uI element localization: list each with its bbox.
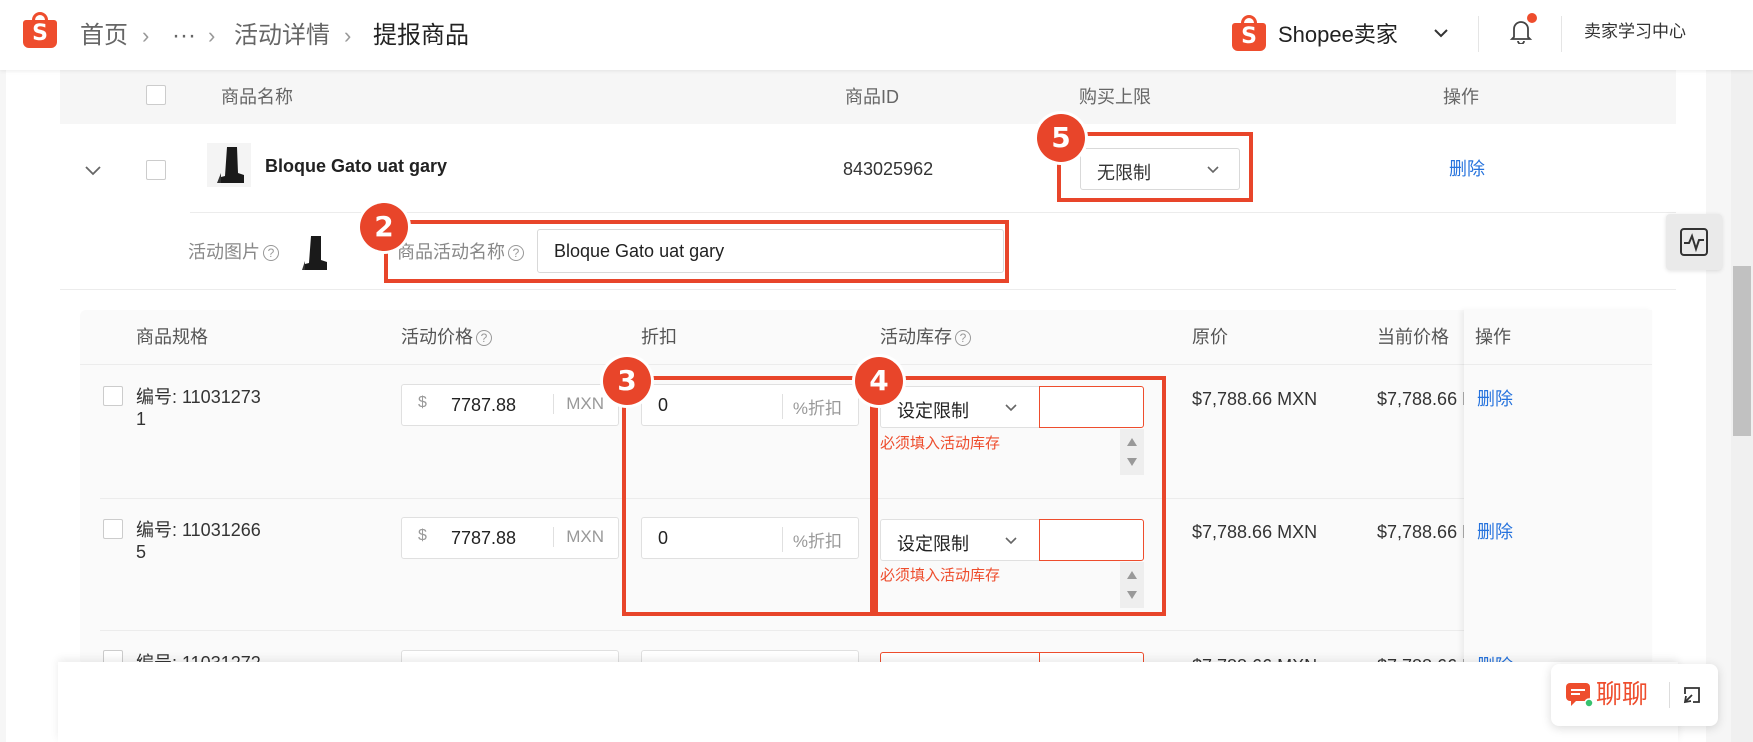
- delete-variation-link[interactable]: 删除: [1477, 518, 1513, 546]
- shopee-seller-logo-icon: S: [1232, 15, 1266, 51]
- chat-bubble-icon: [1566, 683, 1593, 708]
- chevron-right-icon: ›: [344, 23, 352, 48]
- minimize-icon[interactable]: [1682, 685, 1702, 705]
- variation-spec: 编号: 11031266 5: [136, 520, 261, 562]
- breadcrumb-current: 提报商品: [373, 22, 469, 49]
- annotation-badge-5: 5: [1037, 114, 1085, 162]
- chat-label: 聊聊: [1596, 679, 1649, 709]
- variation-checkbox[interactable]: [103, 386, 123, 406]
- original-price: $7,788.66 MXN: [1192, 522, 1318, 542]
- shopee-logo-icon[interactable]: S: [23, 12, 57, 48]
- column-header-discount: 折扣: [641, 327, 677, 347]
- annotation-badge-3: 3: [603, 357, 651, 405]
- bottom-action-bar: [58, 662, 1678, 742]
- annotation-box-discount: [622, 376, 874, 616]
- pulse-monitor-icon: [1680, 228, 1708, 256]
- breadcrumb-more[interactable]: ···: [172, 18, 196, 54]
- annotation-badge-2: 2: [360, 203, 408, 251]
- column-header-product-id: 商品ID: [845, 87, 899, 107]
- divider: [60, 289, 1676, 290]
- annotation-badge-4: 4: [855, 357, 903, 405]
- activity-image-thumbnail[interactable]: [293, 233, 333, 273]
- column-header-activity-price: 活动价格?: [401, 310, 492, 364]
- product-name: Bloque Gato uat gary: [265, 156, 448, 176]
- divider: [1478, 16, 1479, 52]
- column-header-actions: 操作: [1443, 87, 1479, 107]
- current-price: $7,788.66 MXN: [1377, 389, 1467, 409]
- column-header-variation: 商品规格: [136, 327, 208, 347]
- column-header-current-price: 当前价格: [1377, 327, 1449, 347]
- divider: [1464, 364, 1652, 365]
- seller-learning-center-link[interactable]: 卖家学习中心: [1584, 18, 1686, 46]
- delete-variation-link[interactable]: 删除: [1477, 385, 1513, 413]
- column-header-original-price: 原价: [1192, 327, 1228, 347]
- column-header-activity-stock: 活动库存?: [880, 310, 971, 364]
- column-header-purchase-limit: 购买上限: [1079, 87, 1151, 107]
- shop-name[interactable]: Shopee卖家: [1278, 19, 1398, 51]
- expand-chevron-icon[interactable]: [83, 160, 103, 180]
- original-price: $7,788.66 MXN: [1192, 389, 1318, 409]
- breadcrumb-activity-detail[interactable]: 活动详情: [234, 18, 330, 54]
- chevron-right-icon: ›: [142, 23, 150, 48]
- divider: [190, 212, 1676, 213]
- variation-spec: 编号: 11031273 1: [136, 387, 261, 429]
- annotation-box-purchase-limit: [1057, 132, 1253, 202]
- column-header-actions: 操作: [1475, 327, 1511, 347]
- column-header-product-name: 商品名称: [221, 87, 293, 107]
- divider: [1669, 682, 1670, 708]
- divider: [100, 630, 1632, 631]
- activity-monitor-widget[interactable]: [1666, 214, 1722, 270]
- scrollbar-thumb[interactable]: [1733, 266, 1751, 436]
- divider: [1561, 16, 1562, 52]
- help-icon[interactable]: ?: [476, 330, 492, 347]
- product-id: 843025962: [843, 159, 934, 179]
- chevron-down-icon[interactable]: [1432, 24, 1450, 42]
- variation-checkbox[interactable]: [103, 519, 123, 539]
- activity-price-input[interactable]: $ 7787.88 MXN: [401, 384, 619, 426]
- annotation-box-activity-stock: [874, 376, 1166, 616]
- delete-product-link[interactable]: 删除: [1449, 155, 1485, 183]
- select-all-checkbox[interactable]: [146, 85, 166, 105]
- current-price: $7,788.66 MXN: [1377, 522, 1467, 542]
- product-thumbnail-boot: [207, 143, 251, 187]
- chat-widget[interactable]: 聊聊: [1551, 664, 1718, 726]
- annotation-box-activity-name: [384, 220, 1009, 283]
- breadcrumb-home[interactable]: 首页: [80, 18, 128, 54]
- activity-price-input[interactable]: $ 7787.88 MXN: [401, 517, 619, 559]
- product-checkbox[interactable]: [146, 160, 166, 180]
- chevron-right-icon: ›: [208, 23, 216, 48]
- notification-dot: [1527, 13, 1537, 23]
- help-icon[interactable]: ?: [955, 330, 971, 347]
- activity-image-label: 活动图片?: [188, 238, 279, 266]
- help-icon[interactable]: ?: [263, 245, 279, 262]
